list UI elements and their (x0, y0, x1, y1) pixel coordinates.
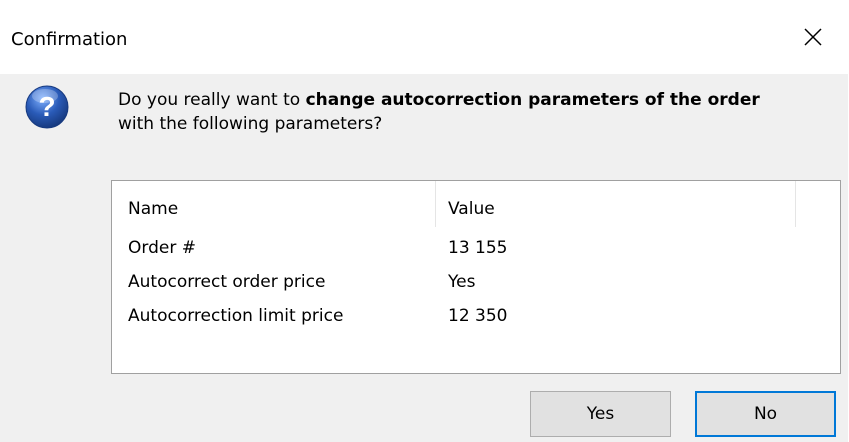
parameters-table: Name Value Order # 13 155 Autocorrect or… (111, 180, 841, 374)
yes-button[interactable]: Yes (530, 391, 671, 437)
close-button[interactable] (778, 0, 848, 74)
column-separator (435, 181, 436, 227)
table-row-value: Yes (448, 272, 476, 292)
table-row-name: Autocorrect order price (128, 272, 326, 292)
question-icon: ? (25, 85, 69, 129)
confirmation-dialog: Confirmation ? Do you really want to cha… (0, 0, 848, 442)
table-row-value: 12 350 (448, 306, 508, 326)
dialog-title: Confirmation (11, 29, 128, 50)
message-part-1: Do you really want to (118, 90, 306, 110)
svg-text:?: ? (38, 91, 55, 122)
table-row-value: 13 155 (448, 238, 508, 258)
message-part-2: with the following parameters? (118, 114, 383, 134)
message-bold-part: change autocorrection parameters of the … (305, 90, 760, 110)
table-row-name: Order # (128, 238, 196, 258)
column-header-name: Name (128, 199, 179, 219)
table-row-name: Autocorrection limit price (128, 306, 344, 326)
no-button[interactable]: No (695, 391, 836, 437)
title-bar: Confirmation (0, 0, 848, 74)
close-icon (804, 28, 822, 46)
confirmation-message: Do you really want to change autocorrect… (118, 88, 838, 136)
column-header-value: Value (448, 199, 495, 219)
column-separator (795, 181, 796, 227)
